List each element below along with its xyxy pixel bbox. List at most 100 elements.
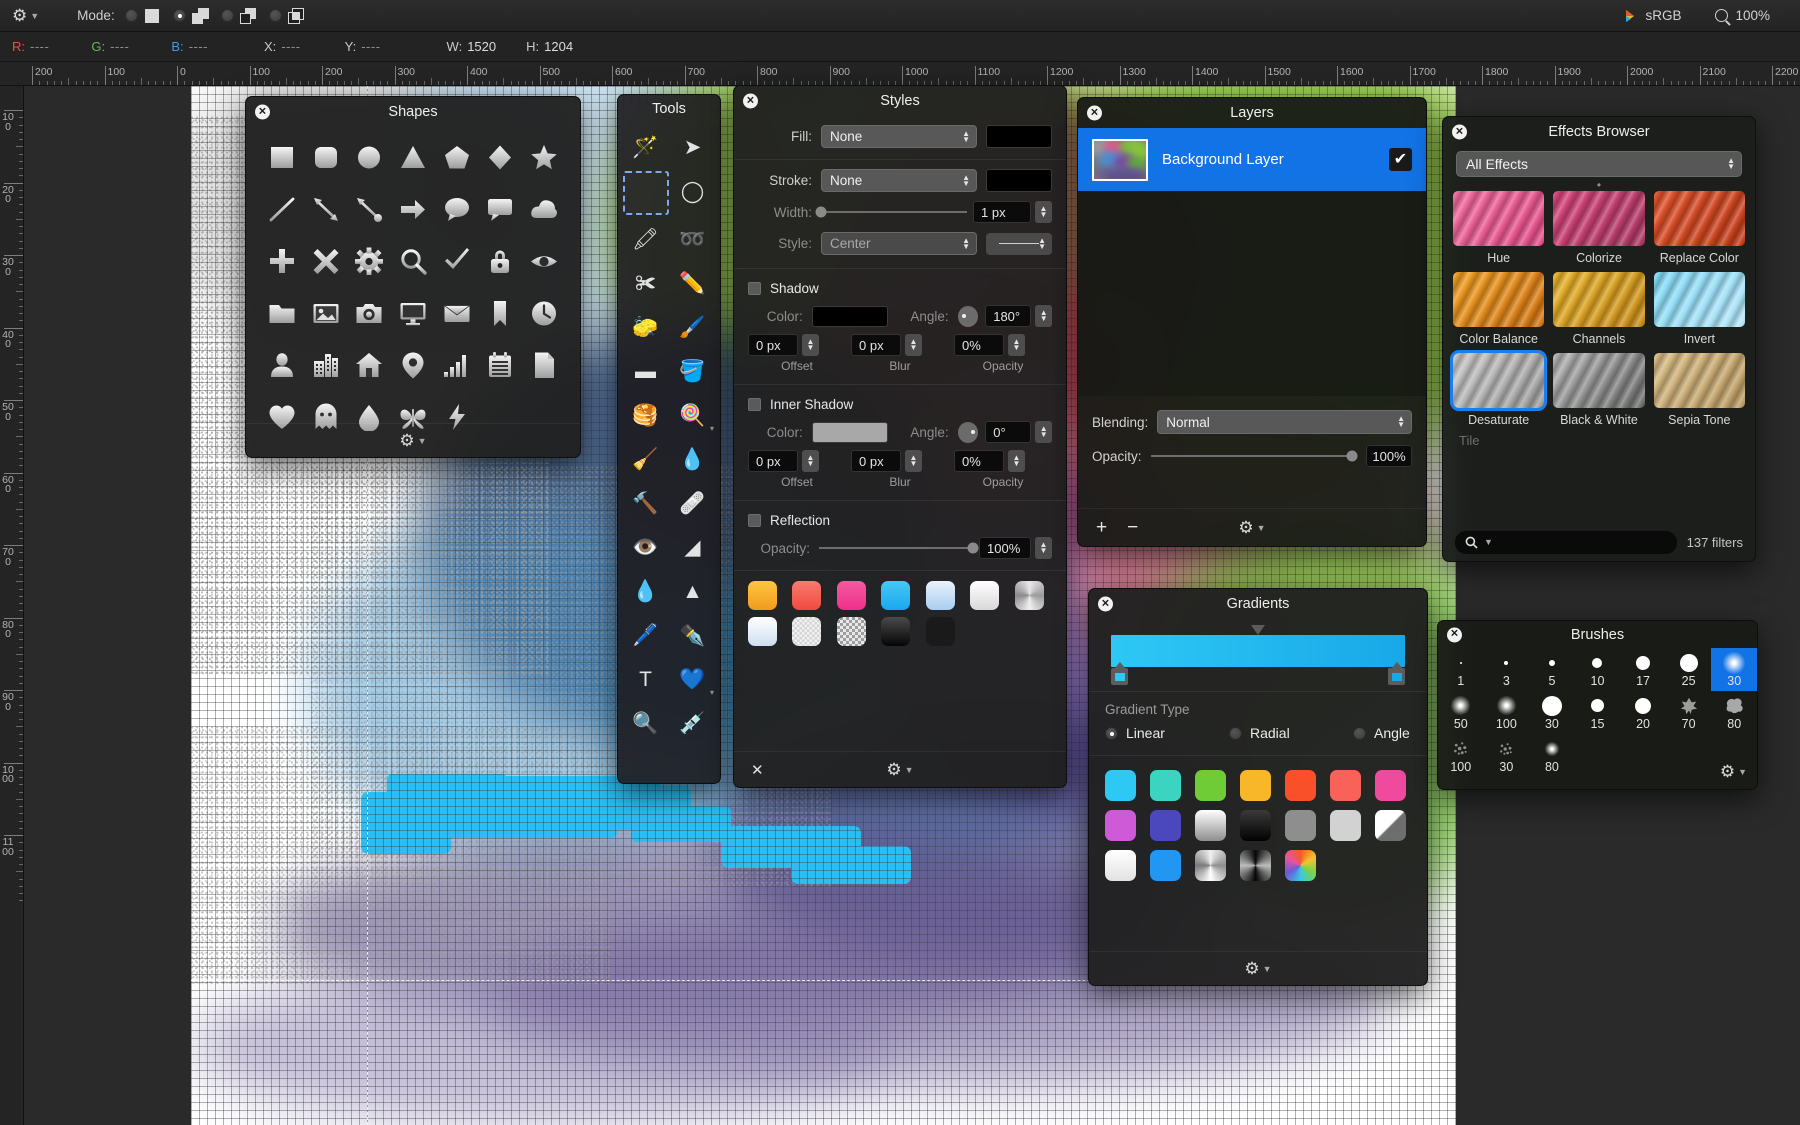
inner-shadow-angle-stepper[interactable]: ▲ ▼ <box>1035 421 1052 443</box>
tool-red-eye[interactable]: 👁️ <box>622 525 669 569</box>
preset-white-blue-gradient[interactable] <box>748 617 777 646</box>
shape-item-double-arrow[interactable] <box>304 185 348 232</box>
inner-shadow-checkbox[interactable] <box>748 398 761 411</box>
brush-item-17-hard[interactable]: 17 <box>1620 648 1666 691</box>
tool-clone-stamp[interactable]: 🔨 <box>622 481 669 525</box>
shape-item-map-pin[interactable] <box>391 341 435 388</box>
shape-item-monitor[interactable] <box>391 289 435 336</box>
horizontal-ruler[interactable]: 200 100 0 100 200 300 400 500 600 700 800 900 1000 11… <box>0 62 1800 86</box>
gradient-swatch[interactable] <box>1240 810 1271 841</box>
brush-item-25-hard[interactable]: 25 <box>1666 648 1712 691</box>
shape-item-star[interactable] <box>522 133 566 180</box>
shape-item-document[interactable] <box>522 341 566 388</box>
reflection-opacity-knob[interactable] <box>967 542 979 554</box>
table-row[interactable]: Background Layer ✔ <box>1078 128 1426 191</box>
brush-item-30-hard[interactable]: 30 <box>1529 691 1575 734</box>
tool-paintbrush[interactable]: 🖌️ <box>669 305 716 349</box>
layer-opacity-slider[interactable] <box>1150 450 1358 462</box>
gradients-panel[interactable]: ✕ Gradients Gradient Type Linear Radial … <box>1088 588 1428 986</box>
shape-item-bar-chart[interactable] <box>435 341 479 388</box>
shadow-color-swatch[interactable] <box>811 305 889 327</box>
shape-item-buildings[interactable] <box>304 341 348 388</box>
effect-item-black-white[interactable]: Black & White <box>1553 353 1645 427</box>
reflection-opacity-slider[interactable] <box>819 542 979 554</box>
gradient-swatch[interactable] <box>1330 770 1361 801</box>
stroke-color-swatch[interactable] <box>986 169 1052 192</box>
shapes-settings-button[interactable]: ⚙ ▼ <box>399 432 426 449</box>
gradients-settings-button[interactable]: ⚙ ▼ <box>1244 960 1271 977</box>
shadow-checkbox[interactable] <box>748 282 761 295</box>
shape-item-arrow-dot[interactable] <box>347 185 391 232</box>
brush-item-20-hard[interactable]: 20 <box>1620 691 1666 734</box>
shape-item-speech-bubble-square[interactable] <box>479 185 523 232</box>
layer-opacity-knob[interactable] <box>1346 450 1358 462</box>
inner-shadow-angle-dial[interactable] <box>957 421 979 443</box>
search-input[interactable]: ▼ <box>1455 530 1677 554</box>
tool-lasso[interactable]: ➿ <box>669 217 716 261</box>
styles-panel-header[interactable]: ✕ Styles <box>734 86 1066 116</box>
styles-settings-button[interactable]: ⚙ ▼ <box>886 761 913 778</box>
preset-light-blue-gradient[interactable] <box>925 581 955 610</box>
gradient-swatch[interactable] <box>1105 770 1136 801</box>
inner-shadow-offset-field[interactable]: 0 px <box>748 450 798 472</box>
preset-checker-light[interactable] <box>792 617 822 646</box>
effect-item-colorize[interactable]: Colorize <box>1553 191 1645 265</box>
brush-item-5-hard[interactable]: 5 <box>1529 648 1575 691</box>
brush-item-3-hard[interactable]: 3 <box>1484 648 1530 691</box>
layers-settings-button[interactable]: ⚙ ▼ <box>1238 519 1265 536</box>
mode-subtract-from-selection[interactable] <box>220 7 257 24</box>
tool-quick-select[interactable]: 🖍 <box>622 217 669 261</box>
brush-item-15-hard[interactable]: 15 <box>1575 691 1621 734</box>
tool-eyedropper[interactable]: 💉 <box>669 701 716 745</box>
reflection-opacity-stepper[interactable]: ▲ ▼ <box>1035 537 1052 559</box>
preset-checker-gray[interactable] <box>836 617 866 646</box>
shape-item-envelope[interactable] <box>435 289 479 336</box>
tool-magic-wand[interactable]: 🪄 <box>622 125 669 169</box>
gradient-swatch[interactable] <box>1150 770 1181 801</box>
styles-panel[interactable]: ✕ Styles Fill: None ▲ ▼ Stroke: None ▲ ▼ W… <box>733 85 1067 788</box>
shapes-panel[interactable]: ✕ Shapes ⚙ ▼ <box>245 96 581 458</box>
shape-item-photo[interactable] <box>304 289 348 336</box>
inner-shadow-opacity-field[interactable]: 0% <box>954 450 1004 472</box>
zoom-control[interactable]: 100% <box>1715 8 1770 23</box>
gradient-start-stop[interactable] <box>1111 668 1128 685</box>
tool-shape[interactable]: 💙 ▾ <box>669 657 716 701</box>
effect-item-desaturate[interactable]: Desaturate <box>1449 350 1548 427</box>
width-slider[interactable] <box>815 206 967 218</box>
shadow-offset-field[interactable]: 0 px <box>748 334 798 356</box>
gradient-type-radial[interactable]: Radial <box>1229 725 1353 741</box>
gradient-swatch[interactable] <box>1105 810 1136 841</box>
shape-item-triangle[interactable] <box>391 133 435 180</box>
gradient-end-stop[interactable] <box>1388 668 1405 685</box>
shape-item-camera[interactable] <box>347 289 391 336</box>
tool-text[interactable]: T <box>622 657 669 701</box>
mode-intersect-selection[interactable] <box>268 7 305 24</box>
solid-square-icon[interactable] <box>144 8 161 24</box>
gradients-panel-header[interactable]: ✕ Gradients <box>1089 589 1427 619</box>
shape-item-checkmark[interactable] <box>435 237 479 284</box>
shadow-blur-field[interactable]: 0 px <box>851 334 901 356</box>
brush-item-30-soft[interactable]: 30 <box>1711 648 1757 691</box>
shape-item-house[interactable] <box>347 341 391 388</box>
tool-fill-rectangle[interactable]: ▬ <box>622 349 669 393</box>
shape-item-square[interactable] <box>260 133 304 180</box>
tool-blur[interactable]: 💧 <box>622 569 669 613</box>
gradient-preview-bar[interactable] <box>1111 635 1405 667</box>
gradient-swatch[interactable] <box>1285 850 1316 881</box>
close-icon[interactable]: ✕ <box>255 104 270 120</box>
line-style-select[interactable]: ▲ ▼ <box>986 232 1052 255</box>
gradient-swatch[interactable] <box>1240 850 1271 881</box>
shape-item-diamond[interactable] <box>479 133 523 180</box>
vertical-ruler[interactable]: 100 200 300 400 500 600 700 800 900 1000 1100 <box>0 86 24 1125</box>
brush-item-100-spatter[interactable]: 100 <box>1438 734 1484 777</box>
tool-burn[interactable]: 💧 <box>669 437 716 481</box>
inner-shadow-angle-field[interactable]: 0° <box>985 421 1032 443</box>
inner-shadow-blur-stepper[interactable]: ▲ ▼ <box>905 450 922 472</box>
toolbar-gear-button[interactable]: ⚙ ▼ <box>12 7 39 24</box>
tool-pen[interactable]: 🖊️ <box>622 613 669 657</box>
width-stepper[interactable]: ▲ ▼ <box>1035 201 1052 223</box>
tool-color-picker-palette[interactable]: 🍭 ▾ <box>669 393 716 437</box>
shape-item-line[interactable] <box>260 185 304 232</box>
tool-sharpen[interactable]: ▲ <box>669 569 716 613</box>
brush-item-50-soft[interactable]: 50 <box>1438 691 1484 734</box>
